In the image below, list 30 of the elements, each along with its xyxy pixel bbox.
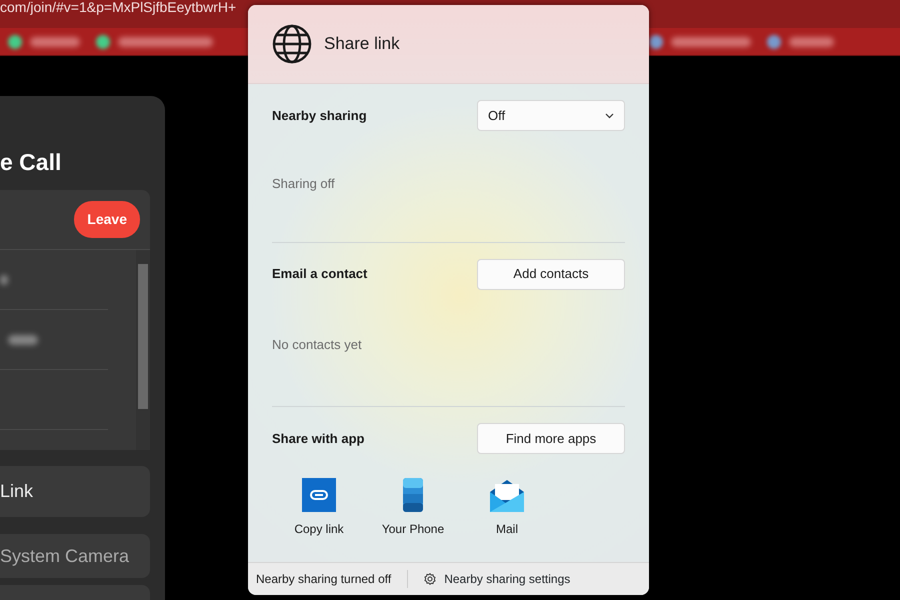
status-text: No contacts yet bbox=[271, 336, 363, 354]
camera-card[interactable]: System Camera bbox=[0, 534, 150, 578]
settings-link[interactable]: Nearby sharing settings bbox=[424, 570, 570, 588]
address-url[interactable]: com/join/#v=1&p=MxPlSjfbEeytbwrH+ bbox=[0, 0, 236, 14]
leave-button[interactable]: Leave bbox=[74, 201, 140, 238]
blurred-bookmark[interactable] bbox=[649, 34, 751, 48]
section-label: Email a contact bbox=[272, 265, 368, 284]
link-card[interactable]: Link bbox=[0, 466, 150, 517]
share-app-button[interactable]: Your Phone bbox=[366, 476, 460, 538]
section-button[interactable]: Find more apps bbox=[477, 423, 625, 454]
chevron-down-icon bbox=[605, 112, 614, 118]
panel-title: e Call bbox=[0, 148, 62, 176]
share-app-button[interactable]: Mail bbox=[460, 476, 554, 538]
scrollbar[interactable] bbox=[136, 250, 150, 450]
globe-icon bbox=[272, 24, 312, 64]
blurred-bookmark[interactable] bbox=[8, 34, 80, 48]
share-app-button[interactable]: Copy link bbox=[272, 476, 366, 538]
mail-icon bbox=[490, 480, 524, 512]
section-label: Nearby sharing bbox=[272, 106, 367, 125]
settings-icon bbox=[424, 573, 436, 585]
nearby-sharing-dropdown[interactable]: Off bbox=[477, 100, 625, 131]
blurred-bookmark[interactable] bbox=[96, 34, 213, 48]
status-text: Sharing off bbox=[271, 175, 336, 193]
footer-status: Nearby sharing turned off bbox=[256, 571, 392, 588]
dialog-title: Share link bbox=[324, 33, 400, 56]
blurred-bookmark[interactable] bbox=[767, 34, 834, 48]
section-label: Share with app bbox=[272, 430, 364, 448]
section-button[interactable]: Add contacts bbox=[477, 258, 625, 290]
link-icon bbox=[302, 478, 336, 512]
phone-icon bbox=[403, 478, 423, 512]
